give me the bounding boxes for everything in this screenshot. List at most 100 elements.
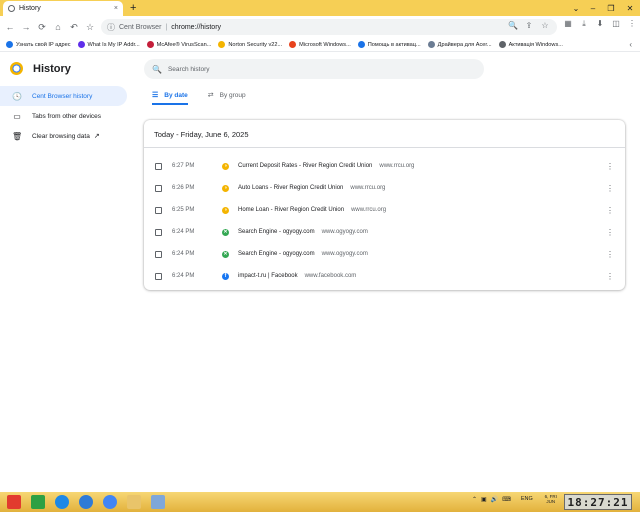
site-favicon-icon: ✕ (222, 250, 229, 258)
bookmarks-overflow-icon[interactable]: ‹ (629, 40, 632, 49)
save-icon[interactable]: ⤓ (576, 19, 592, 29)
bookmark-item[interactable]: Узнать свой IP адрес (6, 41, 71, 48)
date-display[interactable]: 6, FRI JUN (543, 494, 559, 504)
share-icon[interactable]: ⇪ (523, 21, 535, 30)
edge-icon-glyph (55, 495, 69, 509)
entry-checkbox[interactable] (155, 272, 162, 280)
entry-checkbox[interactable] (155, 250, 162, 258)
more-actions-icon[interactable]: ⋮ (606, 228, 614, 237)
history-entry[interactable]: 6:25 PM ◑ Home Loan - River Region Credit … (144, 199, 625, 221)
new-tab-button[interactable]: + (130, 2, 136, 14)
extensions-icon[interactable]: ▦ (560, 19, 576, 29)
clock-icon: 🕓 (12, 91, 22, 101)
app-window[interactable] (146, 493, 170, 511)
volume-icon[interactable]: 🔊 (491, 496, 498, 503)
entry-title-link[interactable]: impact-t.ru | Facebook (238, 273, 298, 279)
entry-domain: www.rrcu.org (351, 207, 387, 213)
bookmark-label: Драйвера для Acer... (437, 41, 492, 48)
history-entry[interactable]: 6:24 PM ✕ Search Engine - ogyogy.com www.og… (144, 243, 625, 265)
app-green[interactable] (26, 493, 50, 511)
tab-by-date[interactable]: ☰ By date (152, 87, 188, 105)
sidebar-item-label: Clear browsing data (32, 132, 90, 140)
tab-by-group[interactable]: ⇄ By group (208, 87, 246, 103)
entry-title-link[interactable]: Search Engine - ogyogy.com (238, 251, 315, 257)
app-blue-ring[interactable] (74, 493, 98, 511)
external-link-icon: ↗ (93, 133, 100, 140)
tab-search-button[interactable]: ⌄ (568, 0, 584, 16)
day-header: Today - Friday, June 6, 2025 (154, 130, 249, 139)
clock[interactable]: 18:27:21 (564, 494, 632, 510)
maximize-button[interactable]: ❐ (602, 0, 620, 16)
entry-title-link[interactable]: Current Deposit Rates - River Region Cre… (238, 163, 372, 169)
tab-history[interactable]: History × (3, 1, 123, 16)
system-tray: ⌃ ▣ 🔊 ⌨ ENG 6, FRI JUN (472, 494, 559, 504)
history-entry[interactable]: 6:24 PM f impact-t.ru | Facebook www.facebo… (144, 265, 625, 287)
entry-title-link[interactable]: Home Loan - River Region Credit Union (238, 207, 344, 213)
more-actions-icon[interactable]: ⋮ (606, 162, 614, 171)
entry-title-link[interactable]: Auto Loans - River Region Credit Union (238, 185, 343, 191)
search-icon: 🔍 (152, 64, 162, 74)
bookmark-label: Помощь в активац... (367, 41, 421, 48)
entry-time: 6:24 PM (172, 229, 195, 235)
entry-checkbox[interactable] (155, 206, 162, 214)
bookmark-label: Активація Windows... (508, 41, 563, 48)
bookmark-item[interactable]: What Is My IP Addr... (77, 41, 140, 48)
history-entry[interactable]: 6:27 PM ◑ Current Deposit Rates - River Re… (144, 155, 625, 177)
search-icon[interactable]: 🔍 (507, 21, 519, 30)
address-url[interactable]: chrome://history (171, 24, 221, 31)
keyboard-icon[interactable]: ⌨ (502, 496, 511, 503)
bookmark-item[interactable]: Драйвера для Acer... (427, 41, 492, 48)
more-actions-icon[interactable]: ⋮ (606, 206, 614, 215)
more-actions-icon[interactable]: ⋮ (606, 272, 614, 281)
app-blue-ring-glyph (79, 495, 93, 509)
back-icon[interactable]: ← (2, 19, 18, 35)
bookmark-item[interactable]: Microsoft Windows... (289, 41, 351, 48)
search-box[interactable]: 🔍 (144, 59, 484, 79)
history-entry[interactable]: 6:26 PM ◑ Auto Loans - River Region Credit… (144, 177, 625, 199)
show-hidden-icons-icon[interactable]: ⌃ (472, 496, 477, 503)
address-separator: | (165, 23, 168, 31)
bookmark-label: Microsoft Windows... (299, 41, 351, 48)
bookmark-label: Узнать свой IP адрес (16, 41, 71, 48)
list-icon: ☰ (152, 92, 159, 99)
search-input[interactable] (167, 65, 468, 73)
minimize-button[interactable]: – (584, 0, 602, 16)
entry-checkbox[interactable] (155, 228, 162, 236)
bookmark-item[interactable]: Помощь в активац... (357, 41, 421, 48)
language-indicator[interactable]: ENG (521, 496, 533, 502)
forward-icon[interactable]: → (18, 19, 34, 35)
download-icon[interactable]: ⬇ (592, 19, 608, 29)
sidebar-item-other-devices[interactable]: ▭ Tabs from other devices (0, 106, 127, 126)
menu-icon[interactable]: ⋮ (624, 19, 640, 29)
trash-icon: 🗑 (12, 131, 23, 141)
bookmark-item[interactable]: Активація Windows... (498, 41, 563, 48)
entry-title-link[interactable]: Search Engine - ogyogy.com (238, 229, 315, 235)
sidebar-item-clear-data[interactable]: 🗑 Clear browsing data ↗ (0, 126, 127, 146)
network-icon[interactable]: ▣ (481, 496, 487, 503)
reload-icon[interactable]: ⟳ (34, 19, 50, 35)
home-icon[interactable]: ⌂ (50, 19, 66, 35)
tab-close-button[interactable]: × (114, 5, 118, 12)
bookmark-item[interactable]: McAfee® VirusScan... (146, 41, 211, 48)
entry-checkbox[interactable] (155, 184, 162, 192)
sidebar-item-history[interactable]: 🕓 Cent Browser history (0, 86, 127, 106)
entry-checkbox[interactable] (155, 162, 162, 170)
close-window-button[interactable]: ✕ (620, 0, 640, 16)
star-icon[interactable]: ☆ (539, 21, 551, 30)
start-button[interactable] (2, 493, 26, 511)
more-actions-icon[interactable]: ⋮ (606, 250, 614, 259)
site-info-icon[interactable]: ⓘ (107, 22, 115, 33)
history-entry[interactable]: 6:24 PM ✕ Search Engine - ogyogy.com www.og… (144, 221, 625, 243)
more-actions-icon[interactable]: ⋮ (606, 184, 614, 193)
cent-browser-icon[interactable] (98, 493, 122, 511)
history-tab-icon (8, 5, 15, 12)
address-bar[interactable]: ⓘ Cent Browser | chrome://history 🔍 ⇪ ☆ (101, 19, 557, 35)
bookmark-favicon-icon (146, 41, 154, 48)
undo-close-icon[interactable]: ↶ (66, 19, 82, 35)
file-explorer-icon[interactable] (122, 493, 146, 511)
side-panel-icon[interactable]: ◫ (608, 19, 624, 29)
bookmark-item[interactable]: Norton Security v22... (218, 41, 282, 48)
edge-icon[interactable] (50, 493, 74, 511)
bookmark-star-icon[interactable]: ☆ (82, 19, 98, 35)
sidebar-item-label: Tabs from other devices (32, 112, 102, 120)
